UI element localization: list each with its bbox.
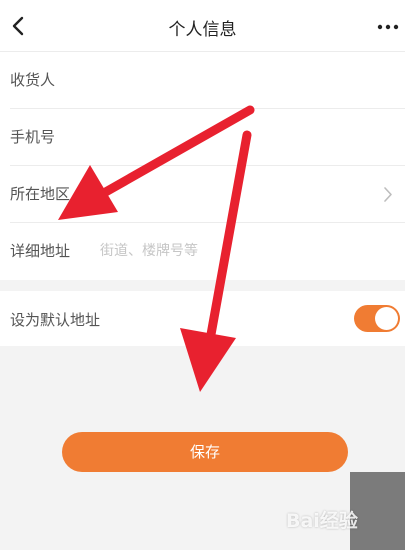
page-title: 个人信息 (168, 20, 237, 40)
address-form: 收货人 手机号 所在地区 详细地址 (0, 52, 405, 280)
region-label: 所在地区 (10, 185, 71, 203)
default-address-toggle[interactable] (354, 305, 400, 332)
watermark-logo: Bai经验 (286, 510, 358, 532)
phone-input[interactable] (100, 119, 365, 155)
watermark-backdrop (350, 472, 405, 550)
phone-row: 手机号 (10, 109, 405, 166)
region-row[interactable]: 所在地区 (10, 166, 405, 223)
chevron-right-icon (384, 187, 392, 202)
toggle-knob (375, 307, 398, 330)
recipient-input[interactable] (100, 62, 365, 98)
more-button[interactable] (375, 13, 401, 39)
recipient-label: 收货人 (10, 71, 56, 89)
default-address-row: 设为默认地址 (0, 291, 405, 346)
more-dots-icon (377, 24, 399, 30)
header-bar: 个人信息 (0, 0, 405, 52)
address-form-page: 个人信息 收货人 手机号 所在地区 详细地址 街道、楼牌号等 设为默认地址 保存… (0, 0, 405, 550)
phone-label: 手机号 (10, 128, 56, 146)
detail-address-input[interactable] (100, 233, 365, 269)
recipient-row: 收货人 (10, 52, 405, 109)
save-button[interactable]: 保存 (62, 432, 348, 472)
detail-address-label: 详细地址 (10, 242, 71, 260)
detail-address-row: 详细地址 (10, 223, 405, 280)
default-address-label: 设为默认地址 (10, 311, 101, 329)
